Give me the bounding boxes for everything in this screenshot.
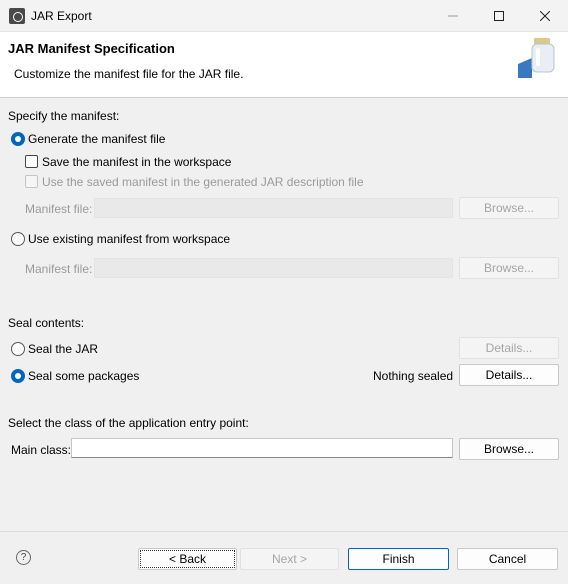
- existing-manifest-radio[interactable]: [11, 232, 25, 246]
- generate-manifest-label[interactable]: Generate the manifest file: [28, 132, 165, 146]
- page-title: JAR Manifest Specification: [8, 41, 175, 56]
- use-saved-manifest-checkbox[interactable]: [25, 175, 38, 188]
- seal-packages-radio[interactable]: [11, 369, 25, 383]
- window-titlebar: JAR Export: [0, 0, 568, 32]
- seal-jar-label[interactable]: Seal the JAR: [28, 342, 98, 356]
- window-title: JAR Export: [31, 9, 92, 23]
- next-button[interactable]: Next >: [240, 548, 339, 570]
- existing-manifest-label[interactable]: Use existing manifest from workspace: [28, 232, 230, 246]
- main-class-label: Main class:: [11, 443, 72, 457]
- manifest-file-label: Manifest file:: [25, 202, 93, 216]
- wizard-header: JAR Manifest Specification Customize the…: [0, 32, 568, 98]
- existing-manifest-file-field[interactable]: [94, 258, 453, 278]
- save-manifest-checkbox[interactable]: [25, 155, 38, 168]
- seal-jar-radio[interactable]: [11, 342, 25, 356]
- help-icon[interactable]: ?: [16, 550, 31, 565]
- manifest-file-field[interactable]: [94, 198, 453, 218]
- seal-packages-label[interactable]: Seal some packages: [28, 369, 139, 383]
- page-description: Customize the manifest file for the JAR …: [14, 67, 244, 81]
- entry-point-section-label: Select the class of the application entr…: [8, 416, 249, 430]
- seal-status-text: Nothing sealed: [373, 369, 454, 383]
- use-saved-manifest-label: Use the saved manifest in the generated …: [42, 175, 364, 189]
- cancel-button[interactable]: Cancel: [457, 548, 558, 570]
- close-icon: [540, 11, 550, 21]
- seal-packages-details-button[interactable]: Details...: [459, 364, 559, 386]
- manifest-section-label: Specify the manifest:: [8, 109, 120, 123]
- main-class-input[interactable]: [71, 438, 453, 458]
- manifest-file-label-2: Manifest file:: [25, 262, 93, 276]
- minimize-icon: [448, 15, 458, 17]
- minimize-button[interactable]: [430, 0, 476, 32]
- save-manifest-label[interactable]: Save the manifest in the workspace: [42, 155, 231, 169]
- footer-divider: [0, 531, 568, 532]
- close-button[interactable]: [522, 0, 568, 32]
- maximize-button[interactable]: [476, 0, 522, 32]
- manifest-browse-button[interactable]: Browse...: [459, 197, 559, 219]
- jar-banner-icon: [518, 38, 555, 78]
- existing-manifest-browse-button[interactable]: Browse...: [459, 257, 559, 279]
- jar-export-app-icon: [9, 8, 25, 24]
- finish-button[interactable]: Finish: [348, 548, 449, 570]
- generate-manifest-radio[interactable]: [11, 132, 25, 146]
- back-button[interactable]: < Back: [138, 548, 237, 570]
- main-class-browse-button[interactable]: Browse...: [459, 438, 559, 460]
- seal-jar-details-button[interactable]: Details...: [459, 337, 559, 359]
- seal-section-label: Seal contents:: [8, 316, 85, 330]
- maximize-icon: [494, 11, 504, 21]
